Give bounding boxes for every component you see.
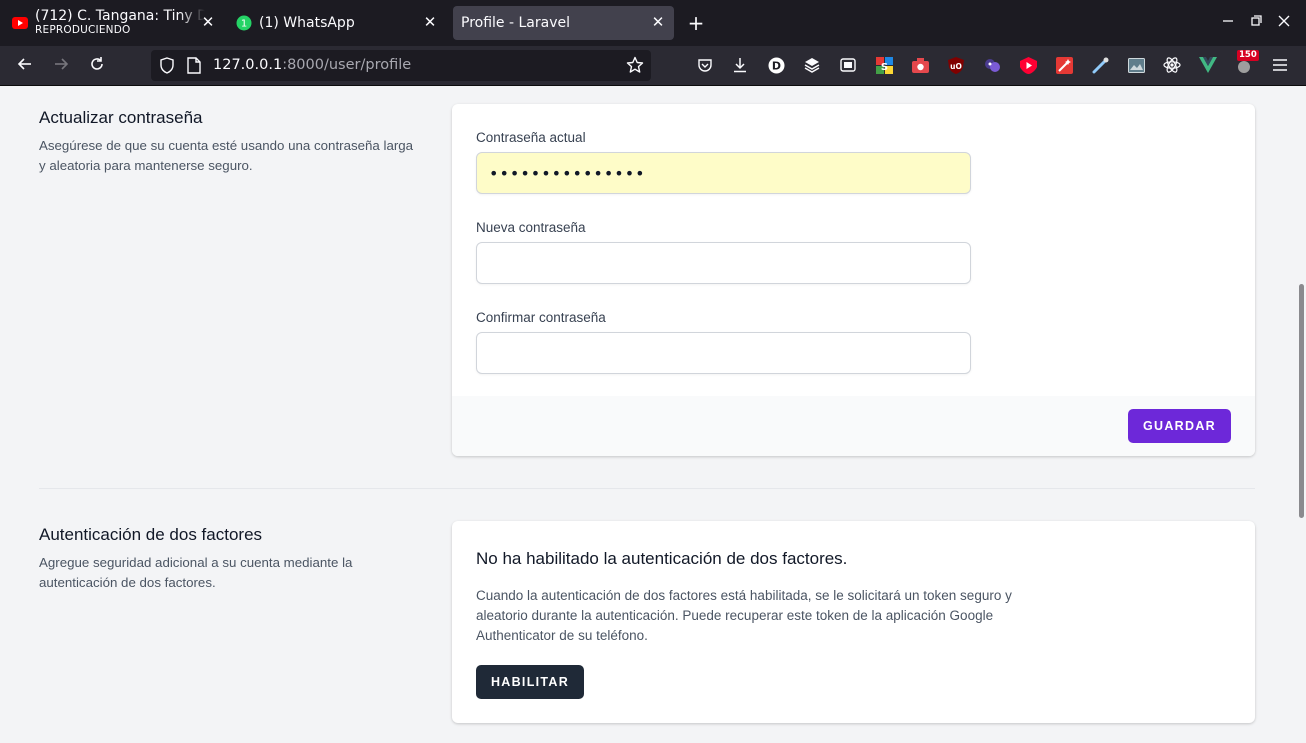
new-password-input[interactable] <box>476 242 971 284</box>
minimize-icon[interactable] <box>1220 15 1236 31</box>
password-section-description: Asegúrese de que su cuenta esté usando u… <box>39 138 414 173</box>
svg-text:D: D <box>771 59 780 72</box>
shield-icon[interactable] <box>159 57 175 78</box>
react-devtools-icon[interactable] <box>1163 56 1181 74</box>
new-tab-icon[interactable]: + <box>686 13 706 33</box>
pocket-icon[interactable] <box>696 56 714 74</box>
enable-2fa-button[interactable]: HABILITAR <box>476 665 584 699</box>
bookmark-star-icon[interactable] <box>626 56 644 78</box>
new-password-label: Nueva contraseña <box>476 220 586 235</box>
youtube-icon <box>12 15 28 31</box>
screenshot-icon[interactable] <box>1127 56 1145 74</box>
downloads-icon[interactable] <box>731 56 749 74</box>
svg-text:S: S <box>880 62 887 73</box>
camera-extension-icon[interactable] <box>911 56 929 74</box>
password-section-title: Actualizar contraseña <box>39 108 203 127</box>
close-icon[interactable]: ✕ <box>422 14 438 30</box>
tab-profile-active[interactable]: Profile - Laravel ✕ <box>453 6 674 40</box>
whatsapp-badge: 1 <box>241 19 247 30</box>
notifications-extension-icon[interactable]: 150 <box>1235 50 1259 74</box>
ublock-origin-icon[interactable]: uO <box>947 56 965 74</box>
tab-title: (712) C. Tangana: Tiny Desk <box>35 9 205 25</box>
section-divider <box>39 488 1255 489</box>
youtube-extension-icon[interactable] <box>1019 56 1037 74</box>
tab-title: (1) WhatsApp <box>259 15 355 31</box>
twofa-explanation: Cuando la autenticación de dos factores … <box>476 588 1012 643</box>
confirm-password-label: Confirmar contraseña <box>476 310 606 325</box>
address-bar[interactable]: 127.0.0.1:8000/user/profile <box>151 50 651 81</box>
back-icon[interactable] <box>15 56 35 76</box>
url-text[interactable]: 127.0.0.1:8000/user/profile <box>213 57 411 73</box>
svg-text:uO: uO <box>950 62 962 71</box>
password-card-footer: GUARDAR <box>452 396 1255 456</box>
layers-extension-icon[interactable] <box>803 56 821 74</box>
s3-extension-icon[interactable]: S <box>875 56 893 74</box>
tab-bar: (712) C. Tangana: Tiny Desk REPRODUCIEND… <box>0 0 1306 46</box>
save-button[interactable]: GUARDAR <box>1128 409 1231 443</box>
tab-title: Profile - Laravel <box>461 15 570 31</box>
magic-wand-icon[interactable] <box>1055 56 1073 74</box>
menu-icon[interactable] <box>1271 56 1289 74</box>
reload-icon[interactable] <box>87 56 107 76</box>
twofa-status-heading: No ha habilitado la autenticación de dos… <box>476 549 848 568</box>
scrollbar-thumb[interactable] <box>1299 284 1304 518</box>
navigation-toolbar: 127.0.0.1:8000/user/profile D S uO 150 <box>0 46 1306 86</box>
reader-extension-icon[interactable] <box>839 56 857 74</box>
window-close-icon[interactable] <box>1276 15 1292 31</box>
twofa-card: No ha habilitado la autenticación de dos… <box>452 521 1255 723</box>
current-password-label: Contraseña actual <box>476 130 586 145</box>
current-password-input[interactable]: ••••••••••••••• <box>476 152 971 194</box>
twofa-section-title: Autenticación de dos factores <box>39 525 263 544</box>
close-icon[interactable]: ✕ <box>650 14 666 30</box>
maximize-icon[interactable] <box>1248 15 1264 31</box>
whatsapp-icon: 1 <box>236 15 252 31</box>
page-icon[interactable] <box>187 57 201 78</box>
color-picker-icon[interactable] <box>1091 56 1109 74</box>
privacy-badger-icon[interactable] <box>983 56 1001 74</box>
extension-badge: 150 <box>1237 50 1259 61</box>
forward-icon[interactable] <box>51 56 71 76</box>
page-scrollbar[interactable] <box>1296 87 1306 743</box>
close-icon[interactable]: ✕ <box>200 14 216 30</box>
tab-youtube[interactable]: (712) C. Tangana: Tiny Desk REPRODUCIEND… <box>8 6 224 40</box>
tab-playing-label: REPRODUCIENDO <box>35 24 131 37</box>
twofa-section-description: Agregue seguridad adicional a su cuenta … <box>39 555 353 590</box>
duckduckgo-extension-icon[interactable]: D <box>767 56 785 74</box>
password-form-card: Contraseña actual ••••••••••••••• Nueva … <box>452 104 1255 456</box>
page-content: Actualizar contraseña Asegúrese de que s… <box>0 87 1296 743</box>
confirm-password-input[interactable] <box>476 332 971 374</box>
tab-whatsapp[interactable]: 1 (1) WhatsApp ✕ <box>230 6 446 40</box>
vue-devtools-icon[interactable] <box>1199 56 1217 74</box>
